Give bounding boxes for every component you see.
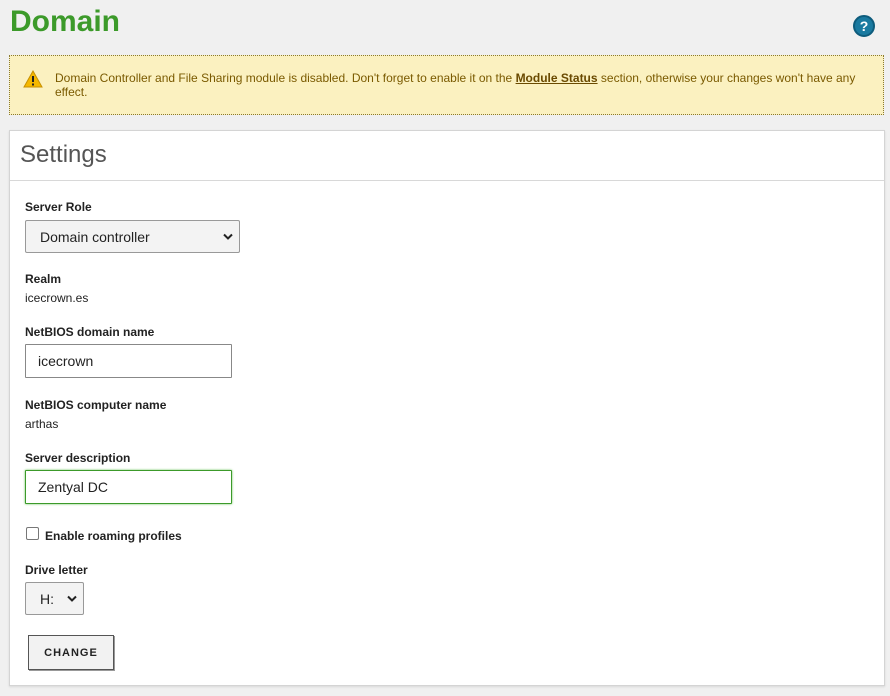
netbios-domain-value: icecrown xyxy=(38,353,94,369)
server-description-value: Zentyal DC xyxy=(38,479,109,495)
netbios-domain-label: NetBIOS domain name xyxy=(25,325,155,339)
server-role-label: Server Role xyxy=(25,200,92,214)
server-role-select[interactable]: Domain controller xyxy=(25,220,240,253)
roaming-profiles-checkbox[interactable] xyxy=(26,527,39,540)
module-status-link[interactable]: Module Status xyxy=(516,71,598,85)
help-icon[interactable]: ? xyxy=(853,15,875,37)
realm-value: icecrown.es xyxy=(25,291,89,305)
change-button[interactable]: CHANGE xyxy=(28,635,114,670)
drive-letter-label: Drive letter xyxy=(25,563,88,577)
server-description-input[interactable]: Zentyal DC xyxy=(25,470,232,504)
netbios-domain-input[interactable]: icecrown xyxy=(25,344,232,378)
roaming-profiles-label: Enable roaming profiles xyxy=(45,529,182,543)
server-description-label: Server description xyxy=(25,451,131,465)
divider xyxy=(10,180,884,181)
realm-label: Realm xyxy=(25,272,62,286)
chevron-down-icon xyxy=(67,595,77,602)
netbios-computer-value: arthas xyxy=(25,417,59,431)
drive-letter-select[interactable]: H: xyxy=(25,582,84,615)
page-title: Domain xyxy=(10,5,121,38)
server-role-value: Domain controller xyxy=(40,228,150,245)
warning-icon xyxy=(23,70,43,88)
warning-banner: Domain Controller and File Sharing modul… xyxy=(9,55,884,115)
settings-panel: Settings Server Role Domain controller R… xyxy=(9,130,885,686)
netbios-computer-label: NetBIOS computer name xyxy=(25,398,167,412)
drive-letter-value: H: xyxy=(40,590,54,607)
settings-title: Settings xyxy=(20,141,107,168)
warning-text: Domain Controller and File Sharing modul… xyxy=(55,71,870,99)
warning-text-before: Domain Controller and File Sharing modul… xyxy=(55,71,516,85)
chevron-down-icon xyxy=(223,233,233,240)
